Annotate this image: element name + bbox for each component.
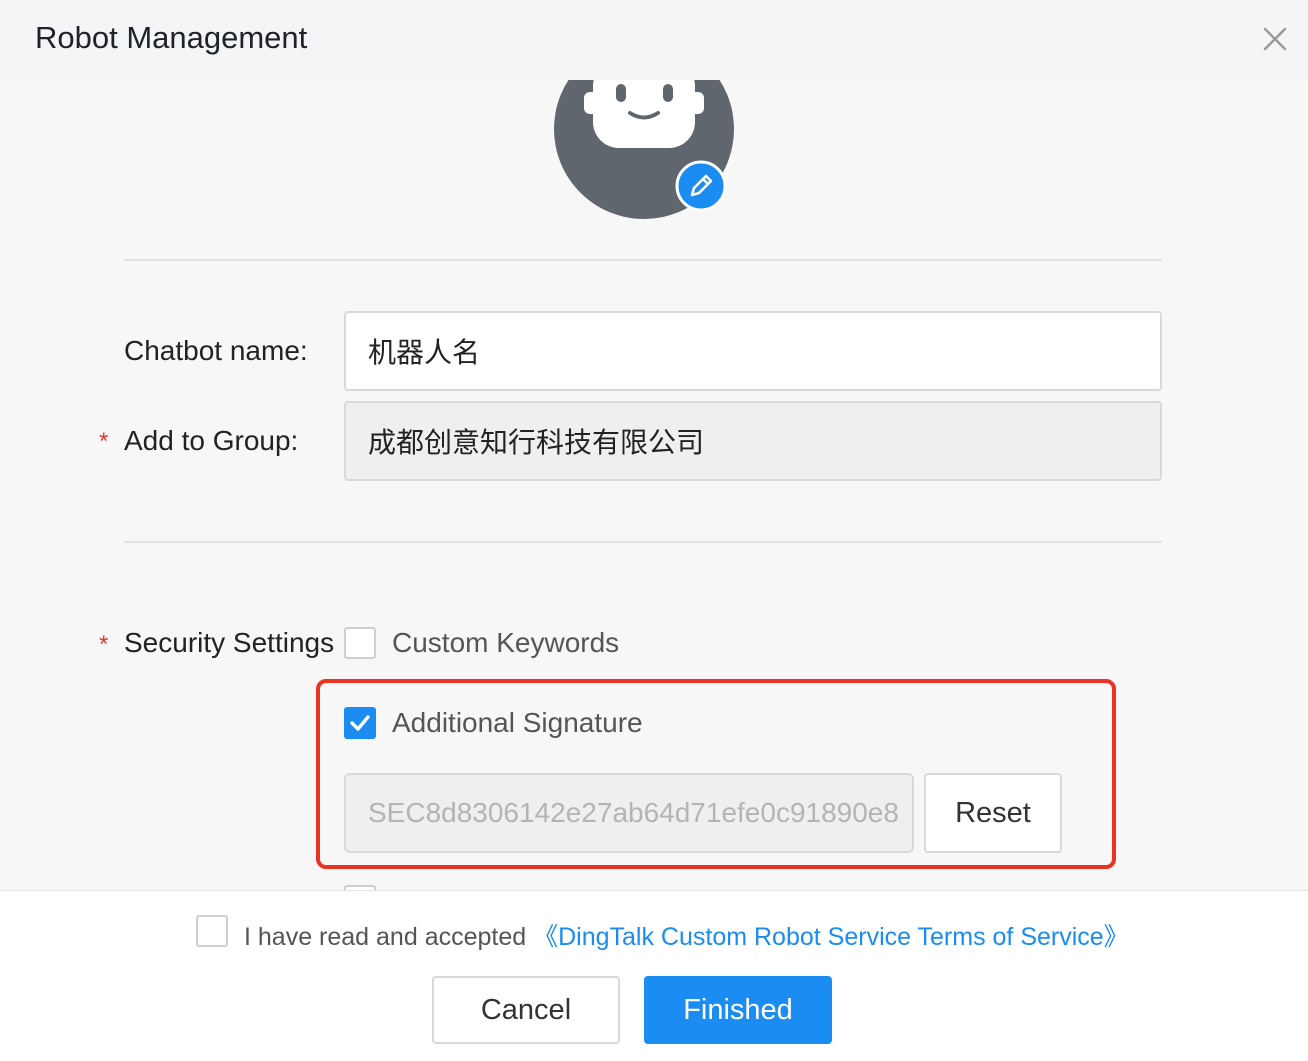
pencil-edit-icon[interactable] — [675, 160, 727, 212]
group-select-field[interactable]: 成都创意知行科技有限公司 — [344, 401, 1162, 481]
checkmark-icon — [350, 715, 370, 731]
divider — [124, 541, 1162, 543]
cancel-button[interactable]: Cancel — [432, 976, 620, 1044]
dialog-header: Robot Management — [0, 0, 1308, 80]
terms-prefix: I have read and accepted — [244, 923, 534, 951]
dialog-body: Chatbot name: 机器人名 * Add to Group: 成都创意知… — [0, 80, 1308, 890]
chatbot-name-input[interactable]: 机器人名 — [344, 311, 1162, 391]
terms-link[interactable]: 《DingTalk Custom Robot Service Terms of … — [533, 923, 1129, 951]
custom-keywords-checkbox[interactable] — [344, 627, 376, 659]
chatbot-name-label: Chatbot name: — [124, 335, 308, 366]
custom-keywords-label[interactable]: Custom Keywords — [392, 627, 619, 659]
divider — [124, 259, 1162, 261]
close-icon[interactable] — [1258, 22, 1292, 56]
terms-text: I have read and accepted 《DingTalk Custo… — [244, 917, 1129, 953]
finished-button[interactable]: Finished — [644, 976, 832, 1044]
required-mark: * — [99, 428, 109, 455]
dialog-footer: I have read and accepted 《DingTalk Custo… — [0, 890, 1308, 1061]
add-to-group-label: Add to Group: — [124, 425, 299, 456]
required-mark: * — [99, 631, 109, 658]
security-settings-label: Security Settings — [124, 627, 335, 658]
terms-checkbox[interactable] — [196, 915, 228, 947]
additional-signature-checkbox[interactable] — [344, 707, 376, 739]
signature-secret-field[interactable]: SEC8d8306142e27ab64d71efe0c91890e8 — [344, 773, 914, 853]
reset-button[interactable]: Reset — [924, 773, 1062, 853]
dialog-title: Robot Management — [35, 20, 308, 55]
additional-signature-label[interactable]: Additional Signature — [392, 707, 643, 739]
